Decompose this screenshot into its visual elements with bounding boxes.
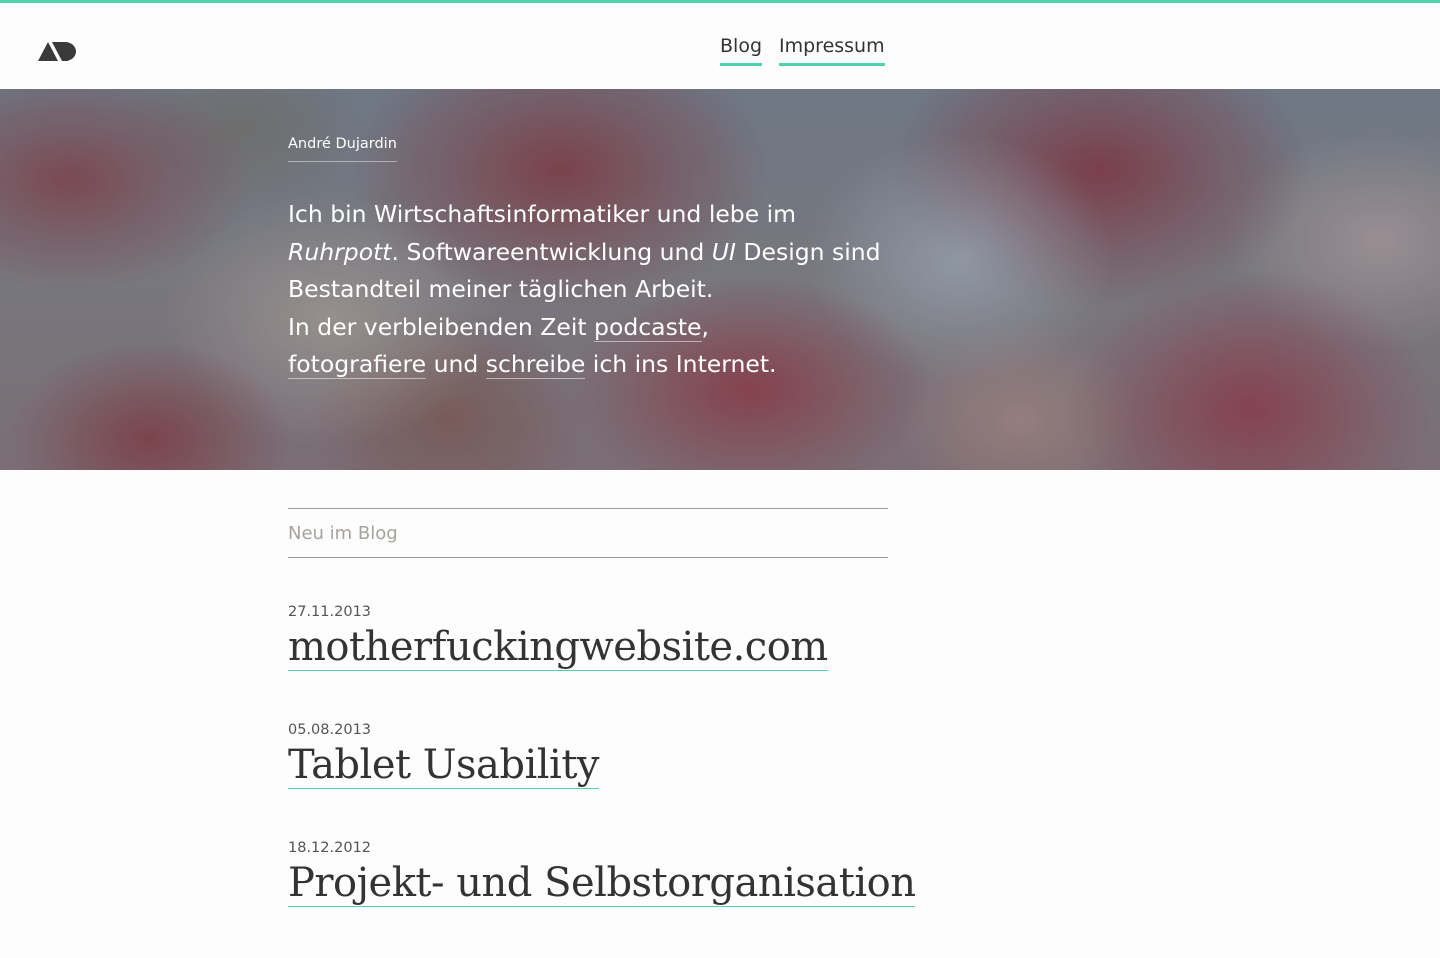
ad-logo-icon [38,42,76,61]
bio-text: Ich bin Wirtschaftsinformatiker und lebe… [288,196,888,384]
post-date: 05.08.2013 [288,722,372,738]
nav-blog-link[interactable]: Blog [720,35,762,66]
bio-emphasis-ruhrpott: Ruhrpott [288,237,392,266]
bio-emphasis-ui: UI [711,237,736,266]
writing-link[interactable]: schreibe [485,350,586,379]
main-nav: Blog Impressum [720,35,885,66]
bio-text-part: . Softwareentwicklung und [391,237,712,266]
post-date: 18.12.2012 [288,840,372,856]
hero-banner: André Dujardin Ich bin Wirtschaftsinform… [0,89,1440,470]
section-heading-new-in-blog: Neu im Blog [288,508,888,558]
hero-content: André Dujardin Ich bin Wirtschaftsinform… [288,133,888,384]
post-title-link[interactable]: motherfuckingwebsite.com [288,624,828,671]
post-date: 27.11.2013 [288,604,372,620]
bio-text-part: und [426,350,486,378]
post-item: 05.08.2013 Tablet Usability [288,722,988,840]
bio-text-part: In der verbleibenden Zeit [288,312,595,341]
nav-impressum-link[interactable]: Impressum [779,35,885,66]
post-item: 27.11.2013 motherfuckingwebsite.com [288,604,988,722]
bio-text-part: , [701,312,709,341]
home-logo-link[interactable] [38,39,78,63]
author-name: André Dujardin [288,136,397,162]
post-item: 18.12.2012 Projekt- und Selbstorganisati… [288,840,988,958]
site-header: Blog Impressum [0,3,1440,89]
bio-text-part: Ich bin Wirtschaftsinformatiker und lebe… [288,200,797,228]
photography-link[interactable]: fotografiere [288,350,427,379]
podcast-link[interactable]: podcaste [594,312,702,342]
post-list: 27.11.2013 motherfuckingwebsite.com 05.0… [288,604,988,958]
post-title-link[interactable]: Tablet Usability [288,742,600,789]
bio-text-part: ich ins Internet. [585,350,777,378]
